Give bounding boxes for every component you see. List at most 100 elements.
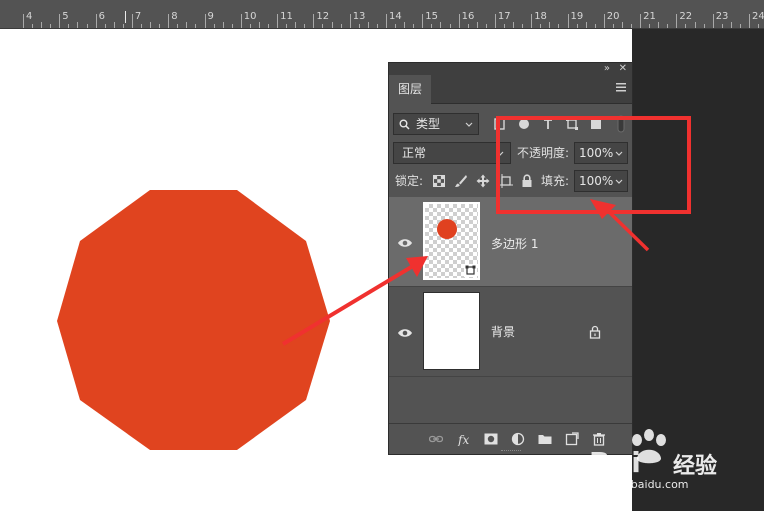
lock-transparent-pixels-icon[interactable] bbox=[432, 174, 446, 188]
add-mask-icon[interactable] bbox=[484, 432, 498, 446]
opacity-value[interactable]: 100% bbox=[579, 143, 613, 163]
ruler-minor-tick bbox=[413, 24, 415, 28]
visibility-eye-icon[interactable] bbox=[397, 327, 413, 339]
collapse-icon[interactable]: » bbox=[604, 63, 610, 75]
chevron-down-icon[interactable] bbox=[615, 179, 623, 185]
ruler-minor-tick bbox=[122, 24, 124, 28]
panel-title-bar[interactable]: » ✕ bbox=[389, 63, 632, 75]
ruler-tick-label: 11 bbox=[280, 11, 293, 22]
ruler-tick-label: 12 bbox=[316, 11, 330, 22]
ruler-major-tick bbox=[240, 14, 242, 28]
ruler-major-tick bbox=[531, 14, 533, 28]
ruler-tick-label: 7 bbox=[134, 11, 142, 22]
layer-thumbnail-background[interactable] bbox=[423, 292, 480, 370]
svg-text:fx: fx bbox=[457, 433, 469, 446]
ruler-tick-label: 21 bbox=[643, 11, 656, 22]
ruler-minor-tick bbox=[658, 22, 660, 28]
ruler-cursor-marker bbox=[125, 11, 126, 23]
ruler-minor-tick bbox=[258, 22, 260, 28]
link-layers-icon[interactable] bbox=[429, 432, 443, 446]
ruler-major-tick bbox=[567, 14, 569, 28]
ruler-minor-tick bbox=[367, 22, 369, 28]
filter-shape-icon[interactable] bbox=[565, 117, 579, 131]
watermark-logo: Bai 经验 jingyan.baidu.com bbox=[585, 428, 755, 498]
filter-pixel-icon[interactable] bbox=[493, 117, 507, 131]
decagon-shape[interactable] bbox=[57, 190, 330, 450]
ruler-minor-tick bbox=[331, 22, 333, 28]
filter-type-icon[interactable] bbox=[541, 117, 555, 131]
ruler-minor-tick bbox=[41, 22, 43, 28]
ruler-major-tick bbox=[712, 14, 714, 28]
panel-menu-icon[interactable] bbox=[616, 83, 626, 92]
opacity-label: 不透明度: bbox=[517, 146, 570, 160]
filter-smart-object-icon[interactable] bbox=[589, 117, 603, 131]
ruler-minor-tick bbox=[50, 24, 52, 28]
ruler-minor-tick bbox=[721, 24, 723, 28]
ruler-major-tick bbox=[749, 14, 750, 28]
lock-artboard-icon[interactable] bbox=[499, 174, 513, 188]
ruler-major-tick bbox=[23, 14, 24, 28]
ruler-minor-tick bbox=[758, 24, 760, 28]
ruler-minor-tick bbox=[77, 22, 79, 28]
blend-mode-select[interactable]: 正常 bbox=[393, 142, 511, 164]
ruler-minor-tick bbox=[431, 24, 433, 28]
tab-layers[interactable]: 图层 bbox=[389, 75, 431, 104]
ruler-tick-label: 9 bbox=[207, 11, 214, 22]
ruler-tick-label: 5 bbox=[62, 11, 69, 22]
new-layer-icon[interactable] bbox=[565, 432, 579, 446]
ruler-minor-tick bbox=[150, 22, 152, 28]
adjustment-layer-icon[interactable] bbox=[511, 432, 525, 446]
ruler-minor-tick bbox=[612, 24, 614, 28]
ruler-minor-tick bbox=[286, 24, 288, 28]
ruler-major-tick bbox=[640, 14, 642, 28]
ruler-minor-tick bbox=[667, 24, 669, 28]
blend-mode-value: 正常 bbox=[402, 146, 427, 160]
ruler-minor-tick bbox=[222, 22, 224, 28]
close-icon[interactable]: ✕ bbox=[619, 63, 627, 75]
filter-toggle-icon[interactable] bbox=[617, 115, 625, 133]
lock-image-pixels-brush-icon[interactable] bbox=[454, 174, 468, 188]
chevron-down-icon bbox=[465, 122, 473, 127]
ruler-major-tick bbox=[95, 14, 97, 28]
ruler-major-tick bbox=[204, 14, 206, 28]
ruler-minor-tick bbox=[86, 24, 88, 28]
lock-all-icon[interactable] bbox=[520, 174, 534, 188]
fill-label: 填充: bbox=[541, 174, 570, 188]
thumbnail-shape-dot bbox=[437, 219, 457, 239]
layer-row-background[interactable]: 背景 bbox=[389, 287, 632, 376]
ruler-tick-label: 24 bbox=[752, 11, 764, 22]
ruler-minor-tick bbox=[685, 24, 687, 28]
opacity-field[interactable]: 100% bbox=[574, 142, 628, 164]
ruler-minor-tick bbox=[404, 22, 406, 28]
watermark-url: jingyan.baidu.com bbox=[587, 478, 689, 491]
ruler-major-tick bbox=[603, 14, 605, 28]
ruler-minor-tick bbox=[576, 24, 578, 28]
ruler-minor-tick bbox=[186, 22, 188, 28]
chevron-down-icon bbox=[496, 151, 504, 156]
ruler-major-tick bbox=[386, 14, 387, 28]
chevron-down-icon[interactable] bbox=[615, 151, 623, 157]
layer-divider bbox=[389, 376, 632, 377]
ruler-minor-tick bbox=[177, 24, 179, 28]
layer-name-polygon[interactable]: 多边形 1 bbox=[491, 237, 538, 251]
ruler-tick-label: 4 bbox=[26, 11, 33, 22]
lock-position-move-icon[interactable] bbox=[476, 174, 490, 188]
layer-style-fx-icon[interactable]: fx bbox=[457, 432, 471, 446]
fill-field[interactable]: 100% bbox=[574, 170, 628, 192]
visibility-eye-icon[interactable] bbox=[397, 237, 413, 249]
layer-thumbnail-polygon[interactable] bbox=[423, 202, 480, 280]
filter-kind-select[interactable]: 类型 bbox=[393, 113, 479, 135]
filter-adjustment-icon[interactable] bbox=[517, 117, 531, 131]
layer-row-polygon[interactable]: 多边形 1 bbox=[389, 197, 632, 286]
fill-value[interactable]: 100% bbox=[579, 171, 613, 191]
ruler-minor-tick bbox=[195, 24, 197, 28]
ruler-tick-label: 6 bbox=[98, 11, 105, 22]
ruler-minor-tick bbox=[68, 24, 70, 28]
panel-resize-grip[interactable] bbox=[501, 450, 521, 453]
ruler-minor-tick bbox=[594, 24, 596, 28]
ruler-major-tick bbox=[313, 14, 315, 28]
layer-name-background[interactable]: 背景 bbox=[491, 325, 515, 339]
new-group-folder-icon[interactable] bbox=[538, 432, 552, 446]
ruler-major-tick bbox=[422, 14, 424, 28]
shape-layer-badge-icon bbox=[464, 264, 477, 277]
